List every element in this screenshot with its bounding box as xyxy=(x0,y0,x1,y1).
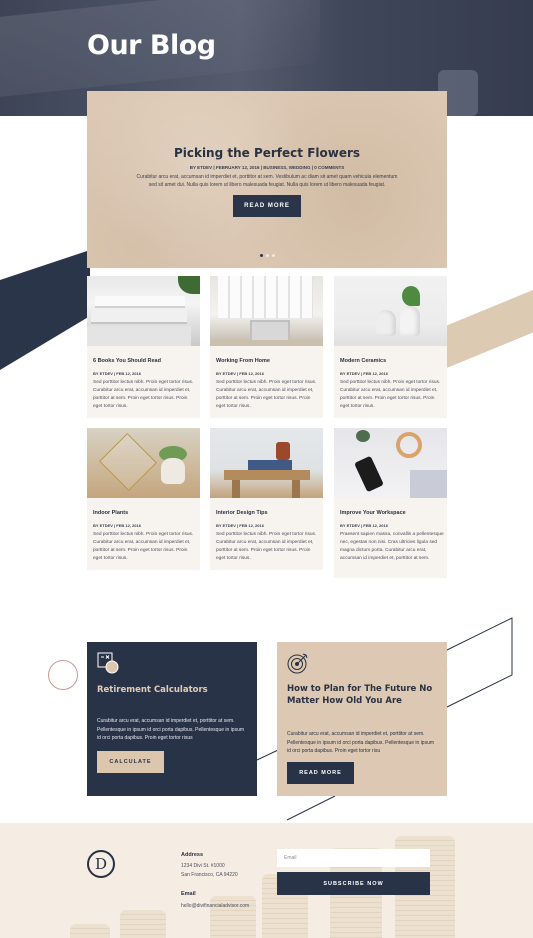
site-footer: D Address 1234 Divi St. #1000 San Franci… xyxy=(0,823,533,938)
contact-email[interactable]: hello@divifinancialadvisor.com xyxy=(181,902,249,911)
page-title: Our Blog xyxy=(87,30,216,61)
post-image-workspace[interactable] xyxy=(334,428,447,498)
email-input[interactable]: Email xyxy=(277,849,430,867)
decor-navy-stripe xyxy=(0,250,90,370)
post-card[interactable]: Interior Design Tips BY ETDEV | FEB 12, … xyxy=(210,428,323,570)
post-excerpt: Sed porttitor lectus nibh. Proin eget to… xyxy=(216,380,317,409)
slider-dots xyxy=(87,254,447,257)
post-excerpt: Sed porttitor lectus nibh. Proin eget to… xyxy=(93,532,194,561)
slider-dot-1[interactable] xyxy=(259,254,263,257)
calculate-button[interactable]: CALCULATE xyxy=(97,751,164,773)
decor-line-outline xyxy=(256,617,513,821)
slider-dot-2[interactable] xyxy=(265,254,269,257)
post-title[interactable]: Modern Ceramics xyxy=(340,358,386,364)
service-description: Curabitur arcu erat, accumsan id imperdi… xyxy=(287,731,435,754)
post-card[interactable]: Working From Home BY ETDEV | FEB 12, 201… xyxy=(210,276,323,418)
post-title[interactable]: Improve Your Workspace xyxy=(340,510,406,516)
post-excerpt: Sed porttitor lectus nibh. Proin eget to… xyxy=(93,380,194,409)
post-title[interactable]: Interior Design Tips xyxy=(216,510,268,516)
post-meta: BY ETDEV | FEB 12, 2016 xyxy=(93,523,141,528)
post-title[interactable]: Working From Home xyxy=(216,358,270,364)
post-image-ceramics[interactable] xyxy=(334,276,447,346)
post-image-books[interactable] xyxy=(87,276,200,346)
post-image-indoor-plants[interactable] xyxy=(87,428,200,498)
featured-post-title[interactable]: Picking the Perfect Flowers xyxy=(87,146,447,160)
retirement-calculators-card: Retirement Calculators Curabitur arcu er… xyxy=(87,642,257,796)
featured-post-meta: BY ETDEV | FEBRUARY 12, 2016 | BUSINESS,… xyxy=(189,165,345,170)
featured-post-excerpt: Curabitur arcu erat, accumsan id imperdi… xyxy=(136,174,398,188)
slider-dot-3[interactable] xyxy=(271,254,275,257)
featured-post-slider: Picking the Perfect Flowers BY ETDEV | F… xyxy=(87,91,447,268)
address-line-1: 1234 Divi St. #1000 xyxy=(181,863,225,869)
target-icon xyxy=(287,653,308,674)
post-meta: BY ETDEV | FEB 12, 2016 xyxy=(216,371,264,376)
post-title[interactable]: Indoor Plants xyxy=(93,510,128,516)
calculator-icon xyxy=(97,652,119,674)
post-image-home-desk[interactable] xyxy=(210,276,323,346)
post-meta: BY ETDEV | FEB 12, 2016 xyxy=(340,523,388,528)
post-image-interior[interactable] xyxy=(210,428,323,498)
address-heading: Address xyxy=(181,852,204,858)
post-card[interactable]: Modern Ceramics BY ETDEV | FEB 12, 2016 … xyxy=(334,276,447,418)
service-description: Curabitur arcu erat, accumsan id imperdi… xyxy=(97,718,245,741)
decor-tan-stripe xyxy=(440,290,533,371)
post-meta: BY ETDEV | FEB 12, 2016 xyxy=(93,371,141,376)
post-excerpt: Sed porttitor lectus nibh. Proin eget to… xyxy=(216,532,317,561)
post-meta: BY ETDEV | FEB 12, 2016 xyxy=(340,371,388,376)
site-logo[interactable]: D xyxy=(87,850,115,878)
post-excerpt: Sed porttitor lectus nibh. Proin eget to… xyxy=(340,380,441,409)
plan-future-card: How to Plan for The Future No Matter How… xyxy=(277,642,447,796)
read-more-button[interactable]: READ MORE xyxy=(287,762,354,784)
email-heading: Email xyxy=(181,891,196,897)
read-more-button[interactable]: READ MORE xyxy=(233,195,301,217)
subscribe-button[interactable]: SUBSCRIBE NOW xyxy=(277,872,430,895)
service-title: Retirement Calculators xyxy=(97,685,208,695)
post-card[interactable]: 6 Books You Should Read BY ETDEV | FEB 1… xyxy=(87,276,200,418)
coin-stack xyxy=(120,910,166,938)
address-line-2: San Francisco, CA 94220 xyxy=(181,872,238,878)
post-card[interactable]: Indoor Plants BY ETDEV | FEB 12, 2016 Se… xyxy=(87,428,200,570)
post-title[interactable]: 6 Books You Should Read xyxy=(93,358,161,364)
post-excerpt: Praesent sapien massa, convallis a pelle… xyxy=(340,532,444,561)
post-card[interactable]: Improve Your Workspace BY ETDEV | FEB 12… xyxy=(334,428,447,578)
coin-stack xyxy=(70,924,110,938)
post-meta: BY ETDEV | FEB 12, 2016 xyxy=(216,523,264,528)
service-title: How to Plan for The Future No Matter How… xyxy=(287,684,433,706)
